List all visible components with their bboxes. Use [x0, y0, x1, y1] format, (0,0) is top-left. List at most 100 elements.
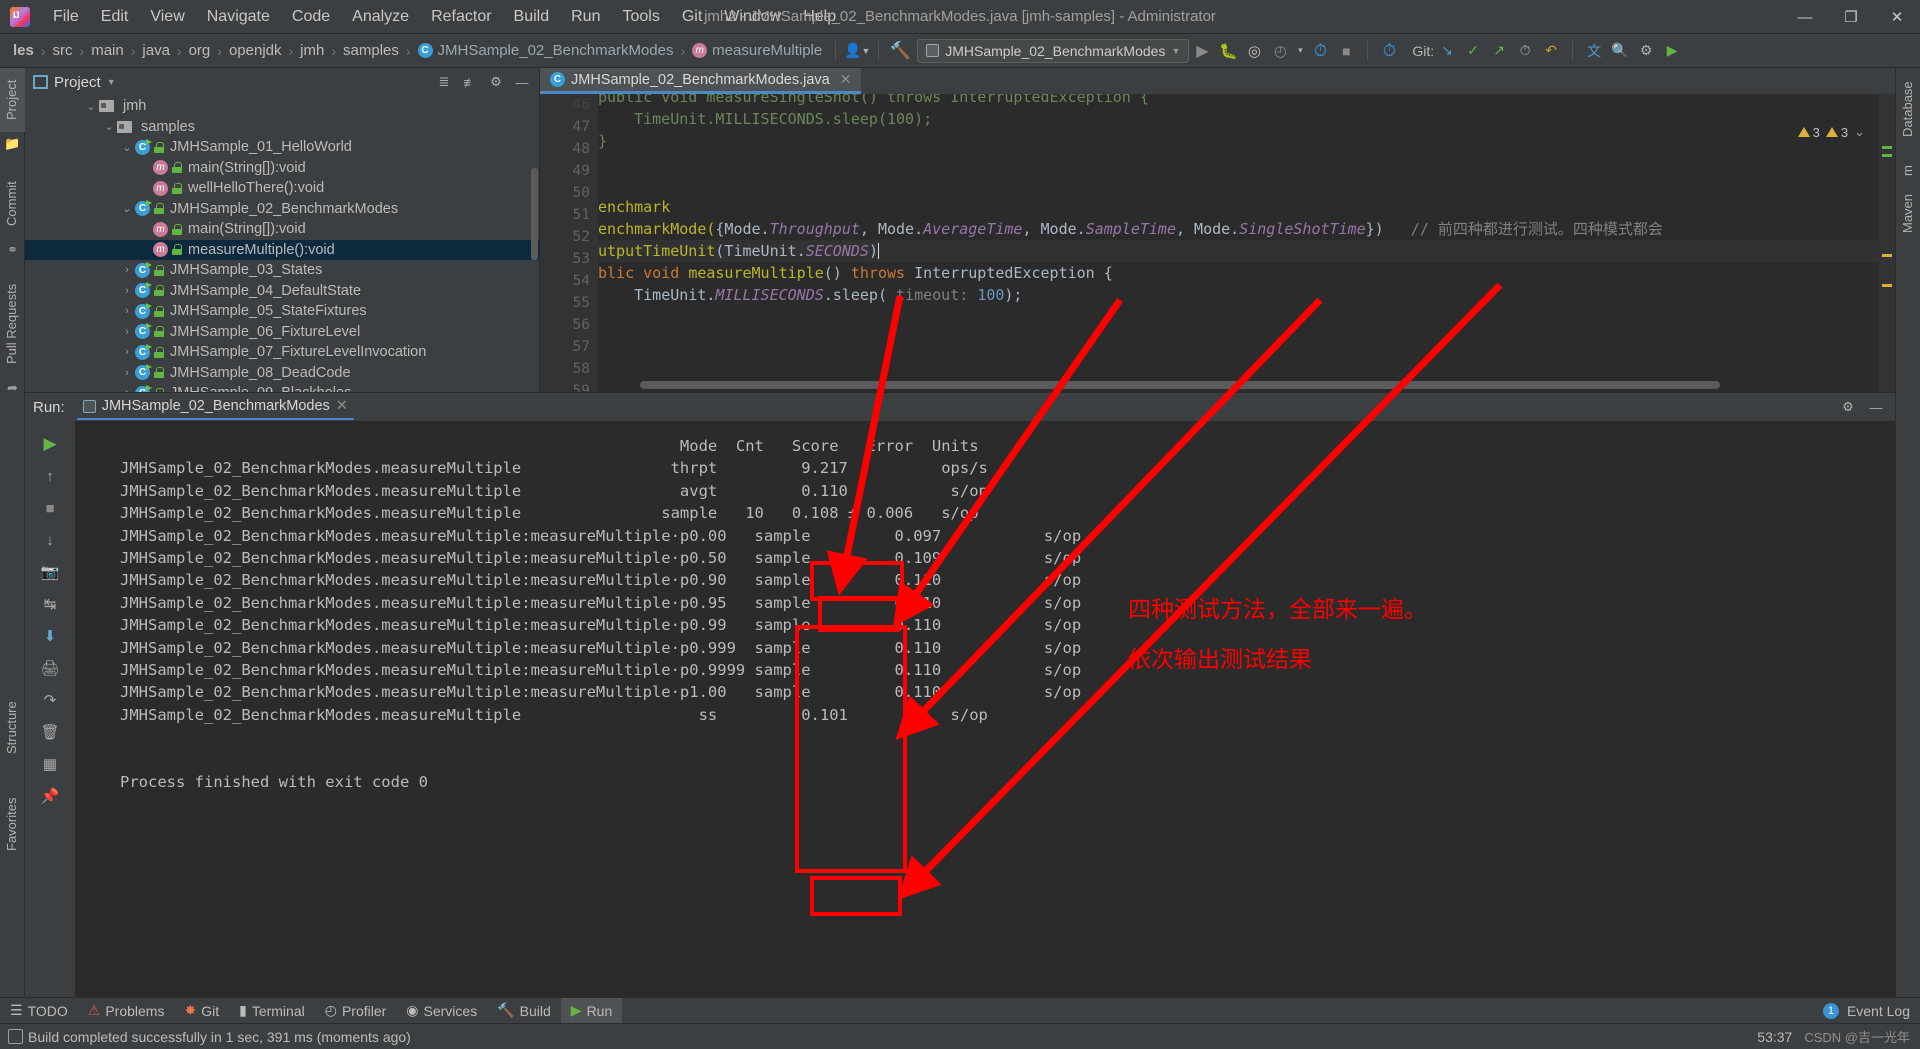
hide-panel-icon[interactable]: — — [1865, 396, 1887, 418]
rerun-failed-icon[interactable]: ↷ — [34, 685, 66, 715]
grid-icon[interactable]: ▦ — [34, 749, 66, 779]
camera-icon[interactable]: 📷 — [34, 557, 66, 587]
breadcrumb-item-src[interactable]: src — [48, 40, 78, 61]
sidebar-item-favorites[interactable]: Favorites — [0, 786, 25, 862]
soft-wrap-icon[interactable]: ↹ — [34, 589, 66, 619]
bottom-item-git[interactable]: ✸ Git — [174, 998, 229, 1024]
code-line[interactable]: enchmarkMode({Mode.Throughput, Mode.Aver… — [598, 218, 1895, 240]
run-icon[interactable]: ▶ — [1189, 39, 1215, 63]
menu-file[interactable]: File — [42, 4, 90, 30]
bottom-item-problems[interactable]: ⚠ Problems — [78, 998, 175, 1024]
menu-refactor[interactable]: Refactor — [420, 4, 502, 30]
project-scrollbar[interactable] — [531, 168, 538, 260]
code-line[interactable]: public void measureSingleShot() throws I… — [598, 94, 1895, 108]
rerun-icon[interactable]: ▶ — [34, 429, 66, 459]
tab-jmhsample-02[interactable]: C JMHSample_02_BenchmarkModes.java ✕ — [540, 68, 861, 94]
tree-item[interactable]: ⌄samples — [25, 117, 539, 138]
chevron-down-icon[interactable]: ⌄ — [119, 141, 135, 154]
code-line[interactable] — [598, 328, 1895, 350]
tree-item[interactable]: ›CJMHSample_07_FixtureLevelInvocation — [25, 342, 539, 363]
bottom-item-terminal[interactable]: ▮ Terminal — [229, 998, 315, 1024]
breadcrumb-item-class[interactable]: C JMHSample_02_BenchmarkModes — [413, 40, 679, 61]
gear-icon[interactable]: ⚙ — [1837, 396, 1859, 418]
git-commit-icon[interactable]: ✓ — [1460, 39, 1486, 63]
tree-item[interactable]: ›CJMHSample_04_DefaultState — [25, 281, 539, 302]
bottom-item-profiler[interactable]: ◴ Profiler — [315, 998, 397, 1024]
chevron-down-icon[interactable]: ⌄ — [101, 120, 117, 133]
tree-item[interactable]: ›CJMHSample_08_DeadCode — [25, 363, 539, 384]
code-line[interactable]: } — [598, 130, 1895, 152]
code-line[interactable]: enchmark — [598, 196, 1895, 218]
menu-git[interactable]: Git — [671, 4, 713, 30]
folder-icon[interactable]: 📁 — [0, 132, 25, 156]
tree-item[interactable]: ⌄CJMHSample_02_BenchmarkModes — [25, 199, 539, 220]
breadcrumb-item-org[interactable]: org — [184, 40, 216, 61]
tree-item[interactable]: ⌄CJMHSample_01_HelloWorld — [25, 137, 539, 158]
gear-icon[interactable]: ⚙ — [485, 71, 507, 93]
chevron-down-icon[interactable]: · — [137, 223, 153, 235]
chevron-right-icon[interactable]: › — [119, 326, 135, 338]
event-log-label[interactable]: Event Log — [1847, 1003, 1910, 1019]
menu-help[interactable]: Help — [792, 4, 847, 30]
menu-build[interactable]: Build — [503, 4, 561, 30]
menu-analyze[interactable]: Analyze — [341, 4, 420, 30]
run-tab[interactable]: JMHSample_02_BenchmarkModes ✕ — [77, 394, 354, 420]
chevron-down-icon[interactable]: · — [137, 182, 153, 194]
trash-icon[interactable]: 🗑 — [34, 717, 66, 747]
menu-window[interactable]: Window — [713, 4, 792, 30]
chevron-down-icon[interactable]: · — [137, 244, 153, 256]
code-line[interactable] — [598, 174, 1895, 196]
tree-item[interactable]: ›CJMHSample_06_FixtureLevel — [25, 322, 539, 343]
code-text[interactable]: public void measureSingleShot() throws I… — [598, 94, 1895, 392]
search-icon[interactable]: 🔍 — [1607, 39, 1633, 63]
run-console-output[interactable]: Mode Cnt Score Error Units JMHSample_02_… — [75, 421, 1895, 997]
chevron-right-icon[interactable]: › — [119, 285, 135, 297]
bottom-item-build[interactable]: 🔨 Build — [487, 998, 561, 1024]
breadcrumb-item-jmh[interactable]: jmh — [295, 40, 329, 61]
menu-navigate[interactable]: Navigate — [196, 4, 281, 30]
bottom-item-services[interactable]: ◉ Services — [396, 998, 487, 1024]
menu-code[interactable]: Code — [281, 4, 341, 30]
down-arrow-icon[interactable]: ↓ — [34, 525, 66, 555]
breadcrumb-item-main[interactable]: main — [86, 40, 129, 61]
expand-icon[interactable]: ≢ — [459, 71, 481, 93]
chevron-right-icon[interactable]: › — [119, 264, 135, 276]
stop-icon[interactable]: ■ — [1333, 39, 1359, 63]
run-configuration-selector[interactable]: JMHSample_02_BenchmarkModes ▼ — [917, 39, 1189, 63]
close-tab-icon[interactable]: ✕ — [840, 71, 852, 88]
inspection-widget[interactable]: 3 3 ⌄ — [1798, 124, 1865, 140]
tree-item[interactable]: ·mmain(String[]):void — [25, 158, 539, 179]
menu-run[interactable]: Run — [560, 4, 611, 30]
inspection-chevron-icon[interactable]: ⌄ — [1854, 124, 1865, 140]
code-line[interactable]: TimeUnit.MILLISECONDS.sleep( timeout: 10… — [598, 284, 1895, 306]
code-line[interactable]: blic void measureMultiple() throws Inter… — [598, 262, 1895, 284]
up-arrow-icon[interactable]: ↑ — [34, 461, 66, 491]
tree-item[interactable]: ›CJMHSample_03_States — [25, 260, 539, 281]
chevron-down-icon[interactable]: ⌄ — [83, 100, 99, 113]
dashboard-icon[interactable]: ⏱ — [1307, 39, 1333, 63]
play-green-icon[interactable]: ▶ — [1659, 39, 1685, 63]
tree-item[interactable]: ›CJMHSample_05_StateFixtures — [25, 301, 539, 322]
menu-edit[interactable]: Edit — [90, 4, 140, 30]
code-line[interactable] — [598, 306, 1895, 328]
commit-branch-icon[interactable]: ⚭ — [0, 238, 25, 262]
breadcrumb-item-openjdk[interactable]: openjdk — [224, 40, 287, 61]
breadcrumb-item-java[interactable]: java — [137, 40, 175, 61]
profiler-caret-icon[interactable]: ▾ — [1293, 39, 1307, 63]
git-update-icon[interactable]: ↘ — [1434, 39, 1460, 63]
warning-badge[interactable]: 3 — [1798, 125, 1820, 140]
code-viewport[interactable]: 4647484950515253545556575859 public void… — [540, 94, 1895, 392]
collapse-all-icon[interactable]: ≣ — [433, 71, 455, 93]
breadcrumb-item-samples[interactable]: samples — [338, 40, 404, 61]
tree-item[interactable]: ⌄jmh — [25, 96, 539, 117]
translate-icon[interactable]: 文 — [1581, 39, 1607, 63]
chevron-down-icon[interactable]: ⌄ — [119, 202, 135, 215]
user-icon[interactable]: 👤▼ — [844, 39, 870, 63]
chevron-down-icon[interactable]: · — [137, 162, 153, 174]
gear-icon[interactable]: ⚙ — [1633, 39, 1659, 63]
pull-request-icon[interactable]: ➦ — [0, 376, 25, 400]
sidebar-item-database[interactable]: Database — [1896, 72, 1920, 146]
export-icon[interactable]: ⬇ — [34, 621, 66, 651]
hide-panel-icon[interactable]: — — [511, 71, 533, 93]
sidebar-item-project[interactable]: Project — [0, 68, 25, 132]
